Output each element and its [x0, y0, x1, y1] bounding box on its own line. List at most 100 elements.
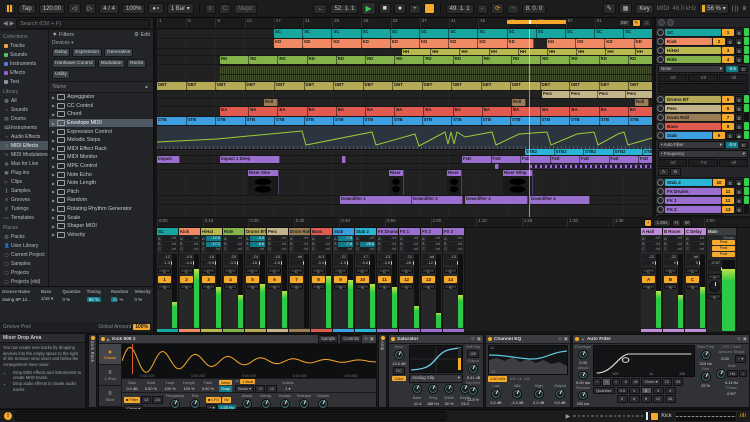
clip[interactable]: BA — [278, 107, 308, 116]
clip[interactable]: BA — [249, 107, 279, 116]
send-c[interactable]: C -inf — [224, 246, 243, 252]
volume-value[interactable]: -13 — [378, 254, 391, 260]
playhead-marker[interactable] — [529, 20, 531, 24]
clip[interactable]: STB — [629, 117, 652, 125]
filter-chip-delay[interactable]: Delay — [52, 48, 71, 57]
sidebar-item-user-library[interactable]: 👤 User Library — [0, 241, 48, 250]
solo-button[interactable]: S — [726, 131, 734, 139]
clip[interactable]: DBT — [599, 82, 629, 90]
mixer-strip-kick[interactable]: Kick A -inf B -inf C -inf -3.5 -4.4 C 2 S — [179, 228, 201, 332]
send-c[interactable]: C -inf — [158, 246, 177, 252]
volume-value[interactable]: -0.97 — [708, 260, 721, 265]
sidebar-item-max-for-live[interactable]: ◍ Max for Live — [0, 159, 48, 168]
send-a[interactable]: A -inf — [224, 236, 243, 242]
pan-value[interactable]: C — [738, 66, 748, 72]
post-toggle[interactable]: Post — [712, 246, 735, 251]
sample-waveform[interactable]: 0:00:100 0:00:200 0:00:300 0:00:400 0:00:500 — [121, 344, 376, 379]
zoom-width-button[interactable]: W — [681, 219, 692, 227]
browser-back-button[interactable]: ◀ — [3, 20, 8, 27]
solo-button[interactable]: S — [735, 122, 743, 130]
drywet-knob[interactable] — [468, 385, 478, 396]
stop-button[interactable]: ■ — [378, 3, 391, 14]
mixer-strip-hihat[interactable]: HiHat A -12.5 B -17.2 C -inf -18 -9.8 C 3 S — [201, 228, 223, 332]
clip[interactable]: KD — [478, 39, 508, 48]
track-number[interactable]: 11 — [378, 276, 391, 284]
dc-button[interactable]: DC — [393, 367, 405, 375]
midi-map-button[interactable]: MIDI — [657, 6, 670, 12]
send-value[interactable]: -inf — [718, 159, 748, 167]
mode-tab-slice[interactable]: ≣ Slice — [99, 386, 121, 407]
set-locator-button[interactable]: Set — [617, 19, 631, 27]
send-b[interactable]: B -7.8 — [334, 241, 353, 247]
clip[interactable]: STB — [186, 117, 216, 125]
send-value[interactable]: -inf — [658, 74, 688, 82]
send-a[interactable]: A -inf — [180, 236, 199, 242]
volume-value[interactable]: -inf — [422, 254, 435, 260]
track-number[interactable]: 10 — [713, 178, 725, 186]
clip[interactable]: STB — [511, 117, 541, 125]
sidebar-item-audio-effects[interactable]: ≈ Audio Effects — [0, 132, 48, 141]
clip[interactable]: STB — [452, 117, 482, 125]
sidebar-item-templates[interactable]: ▭ Templates — [0, 213, 48, 222]
clip[interactable]: STB — [540, 117, 570, 125]
clip[interactable]: HH — [606, 49, 636, 55]
volume-value[interactable]: -inf — [290, 254, 303, 260]
clip[interactable]: BA — [307, 107, 337, 116]
env-amount-knob[interactable] — [578, 350, 588, 359]
key-map-button[interactable]: Key — [635, 3, 654, 14]
device-item-scale[interactable]: ▶ Scale — [49, 213, 153, 222]
clip[interactable]: STB — [334, 117, 364, 125]
clip[interactable]: SC — [390, 29, 420, 38]
clip[interactable]: DBT — [629, 82, 652, 90]
filter-chip-hardware-control[interactable]: Hardware Control — [52, 59, 96, 68]
filter-type-highpass-icon[interactable]: ¬ — [602, 378, 611, 386]
filter-type-bandpass-icon[interactable]: ∩ — [611, 378, 621, 386]
volume-value[interactable]: -8.3 — [312, 254, 325, 260]
send-c[interactable]: C -inf — [202, 246, 221, 252]
solo-button[interactable]: S — [334, 284, 347, 290]
clip[interactable]: RD — [220, 56, 250, 64]
param-value[interactable]: 0.00 % — [145, 386, 157, 391]
track-number[interactable]: 9 — [713, 131, 725, 139]
device-activator[interactable] — [488, 337, 492, 341]
send-c[interactable]: C -inf — [246, 246, 265, 252]
track-number[interactable]: 3 — [202, 276, 215, 284]
volume-value[interactable]: -21 — [400, 254, 413, 260]
filter-chip-expression[interactable]: Expression — [72, 48, 102, 57]
track-number[interactable]: 11 — [722, 187, 734, 195]
send-c[interactable]: C -inf — [444, 246, 463, 252]
groove-row[interactable]: Swing 8P 12... 1/16 ▾ 0 % 86 % 21 % 0 % — [0, 295, 153, 303]
device-title[interactable]: Kick 909 2 — [112, 337, 316, 342]
clip[interactable]: KD — [576, 39, 606, 48]
pan-control[interactable]: C — [268, 268, 281, 274]
midi-capture-button[interactable]: + — [409, 3, 421, 14]
filters-header[interactable]: ▼ Filters — [52, 32, 74, 38]
filter-chip-racks[interactable]: Racks — [126, 59, 147, 68]
solo-button[interactable]: S — [180, 284, 193, 290]
clip[interactable]: BA — [512, 107, 542, 116]
sidebar-item-samples[interactable]: ∥ Samples — [0, 186, 48, 195]
mixer-strip-a-hall[interactable]: A Hall A -inf B -inf C -inf -22 0 C A S — [641, 228, 663, 332]
clip[interactable]: KD — [449, 39, 479, 48]
lane-button-a[interactable]: A — [658, 168, 669, 176]
clip[interactable]: RD — [628, 56, 652, 64]
send-a[interactable]: A -inf — [312, 236, 331, 242]
device-activator[interactable] — [380, 336, 385, 340]
send-a[interactable]: A -inf — [400, 236, 419, 242]
clip[interactable]: RD — [570, 56, 600, 64]
sidebar-item-midi-modulators[interactable]: ∿ MIDI Modulators — [0, 150, 48, 159]
solo-button[interactable]: S — [378, 284, 391, 290]
speaker-icon[interactable]: ◉ — [735, 37, 743, 45]
base-knob[interactable] — [412, 384, 422, 394]
clip[interactable]: KD — [274, 39, 304, 48]
clip[interactable]: Roll — [635, 99, 649, 106]
clip[interactable] — [342, 156, 346, 163]
clip[interactable]: STB2 — [584, 149, 614, 155]
lane-button-b[interactable]: B — [670, 168, 681, 176]
filter-toggle[interactable]: ■ Filter — [124, 397, 141, 403]
send-b[interactable]: B -inf — [642, 241, 661, 247]
overdub-toggle[interactable] — [423, 3, 435, 14]
scroll-down-button[interactable] — [667, 19, 674, 26]
sidebar-item-instruments[interactable]: Instruments — [0, 59, 48, 68]
automation-control-menu[interactable]: None▾ — [658, 215, 723, 216]
